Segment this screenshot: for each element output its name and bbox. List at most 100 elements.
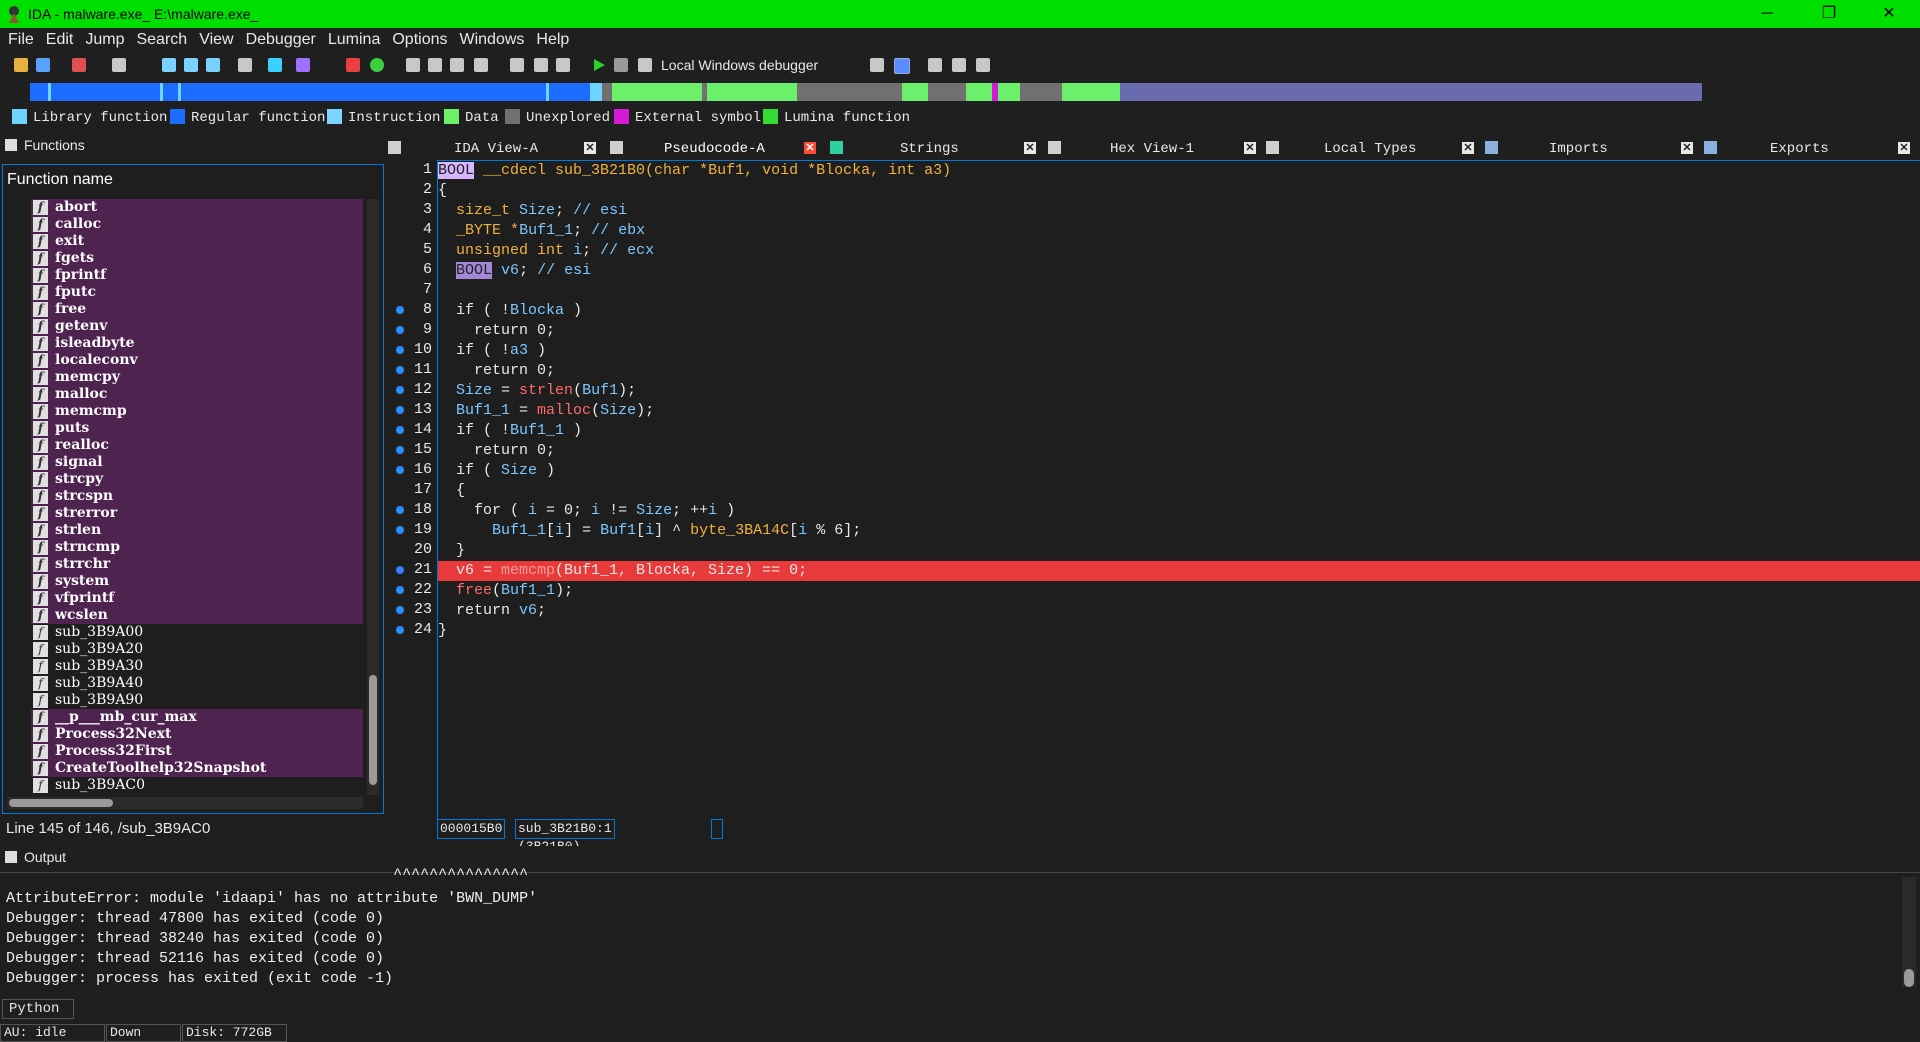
code-line[interactable]: unsigned int i; // ecx [438, 241, 1920, 261]
diamond-icon[interactable] [556, 58, 570, 72]
function-item[interactable]: f system [31, 573, 363, 590]
output-scrollbar[interactable] [1902, 877, 1916, 987]
code-line[interactable]: size_t Size; // esi [438, 201, 1920, 221]
open-folder-icon[interactable] [14, 58, 28, 72]
function-item[interactable]: f strlen [31, 522, 363, 539]
code-line[interactable]: _BYTE *Buf1_1; // ebx [438, 221, 1920, 241]
function-item[interactable]: f free [31, 301, 363, 318]
code-line[interactable]: Buf1_1[i] = Buf1[i] ^ byte_3BA14C[i % 6]… [438, 521, 1920, 541]
scroll-thumb[interactable] [369, 675, 377, 785]
function-item[interactable]: f fprintf [31, 267, 363, 284]
maximize-button[interactable]: ❐ [1806, 2, 1852, 26]
function-item[interactable]: f calloc [31, 216, 363, 233]
close-tab-icon[interactable]: ✕ [584, 142, 596, 154]
tab-hex-view-1[interactable]: Hex View-1 ✕ [1048, 138, 1256, 160]
code-line[interactable]: if ( !Buf1_1 ) [438, 421, 1920, 441]
code-line[interactable]: if ( !a3 ) [438, 341, 1920, 361]
tab-ida-view-a[interactable]: IDA View-A ✕ [388, 138, 598, 160]
close-tab-icon[interactable]: ✕ [804, 142, 816, 154]
struct-icon[interactable] [450, 58, 464, 72]
function-item[interactable]: f strerror [31, 505, 363, 522]
output-window[interactable]: ^^^^^^^^^^^^^^^ AttributeError: module '… [0, 866, 1920, 991]
code-line[interactable]: for ( i = 0; i != Size; ++i ) [438, 501, 1920, 521]
xref-icon[interactable] [206, 58, 220, 72]
function-item[interactable]: f strncmp [31, 539, 363, 556]
function-item[interactable]: f sub_3B9A00 [31, 624, 363, 641]
function-item[interactable]: f sub_3B9A90 [31, 692, 363, 709]
function-item[interactable]: f strrchr [31, 556, 363, 573]
save-icon[interactable] [36, 58, 50, 72]
menu-jump[interactable]: Jump [79, 28, 130, 52]
scroll-thumb[interactable] [1904, 969, 1914, 987]
code-line[interactable]: BOOL v6; // esi [438, 261, 1920, 281]
tab-exports[interactable]: Exports ✕ [1704, 138, 1912, 160]
function-item[interactable]: f CreateToolhelp32Snapshot [31, 760, 363, 777]
data-icon[interactable] [428, 58, 442, 72]
navigation-band[interactable] [0, 80, 1920, 104]
function-item[interactable]: f signal [31, 454, 363, 471]
function-item[interactable]: f sub_3B9A40 [31, 675, 363, 692]
code-line[interactable]: return 0; [438, 441, 1920, 461]
hide-icon[interactable] [534, 58, 548, 72]
array-icon[interactable] [474, 58, 488, 72]
function-item[interactable]: f realloc [31, 437, 363, 454]
code-line[interactable]: if ( Size ) [438, 461, 1920, 481]
code-gutter[interactable]: 1 2 3 4 5 6 7 8 9 10 11 12 13 14 15 16 17 18 19 20 21 22 23 24 [388, 160, 436, 640]
function-item[interactable]: f memcmp [31, 403, 363, 420]
close-tab-icon[interactable]: ✕ [1898, 142, 1910, 154]
menu-search[interactable]: Search [130, 28, 193, 52]
menu-file[interactable]: File [2, 28, 40, 52]
function-item[interactable]: f exit [31, 233, 363, 250]
code-line[interactable]: Buf1_1 = malloc(Size); [438, 401, 1920, 421]
function-item[interactable]: f puts [31, 420, 363, 437]
function-item[interactable]: f malloc [31, 386, 363, 403]
list-icon[interactable] [928, 58, 942, 72]
forward-icon[interactable] [112, 58, 126, 72]
menu-windows[interactable]: Windows [453, 28, 530, 52]
tree-icon[interactable] [952, 58, 966, 72]
function-item[interactable]: f sub_3B9A30 [31, 658, 363, 675]
close-tab-icon[interactable]: ✕ [1244, 142, 1256, 154]
function-item[interactable]: f memcpy [31, 369, 363, 386]
function-item[interactable]: f localeconv [31, 352, 363, 369]
code-line[interactable] [438, 281, 1920, 301]
function-item[interactable]: f strcspn [31, 488, 363, 505]
graph-icon[interactable] [162, 58, 176, 72]
breakpoint-icon[interactable] [870, 58, 884, 72]
func-icon[interactable] [510, 58, 524, 72]
function-item[interactable]: f vfprintf [31, 590, 363, 607]
function-item[interactable]: f __p___mb_cur_max [31, 709, 363, 726]
function-item[interactable]: f Process32Next [31, 726, 363, 743]
code-line[interactable]: } [438, 621, 1920, 641]
menu-lumina[interactable]: Lumina [322, 28, 386, 52]
code-line-highlighted[interactable]: v6 = memcmp(Buf1_1, Blocka, Size) == 0; [438, 561, 1920, 581]
code-line[interactable]: { [438, 181, 1920, 201]
tab-pseudocode-a[interactable]: Pseudocode-A ✕ [610, 138, 818, 160]
close-button[interactable]: ✕ [1866, 2, 1912, 26]
function-item[interactable]: f sub_3B9AC0 [31, 777, 363, 794]
code-line[interactable]: } [438, 541, 1920, 561]
tab-imports[interactable]: Imports ✕ [1485, 138, 1693, 160]
close-tab-icon[interactable]: ✕ [1462, 142, 1474, 154]
code-line[interactable]: Size = strlen(Buf1); [438, 381, 1920, 401]
menu-debugger[interactable]: Debugger [240, 28, 322, 52]
function-item[interactable]: f Process32First [31, 743, 363, 760]
close-tab-icon[interactable]: ✕ [1024, 142, 1036, 154]
minimize-button[interactable]: ─ [1744, 2, 1790, 26]
scroll-thumb[interactable] [9, 799, 113, 807]
search-icon[interactable] [238, 58, 252, 72]
function-item[interactable]: f strcpy [31, 471, 363, 488]
stop-icon[interactable] [638, 58, 652, 72]
functions-horizontal-scrollbar[interactable] [7, 797, 363, 809]
back-icon[interactable] [72, 58, 86, 72]
column-header-function-name[interactable]: Function name [3, 165, 367, 195]
debugger-selector[interactable]: Local Windows debugger [661, 57, 818, 73]
function-item[interactable]: f fgets [31, 250, 363, 267]
menu-help[interactable]: Help [530, 28, 575, 52]
code-line[interactable]: { [438, 481, 1920, 501]
text-icon[interactable] [296, 58, 310, 72]
code-line[interactable]: return 0; [438, 361, 1920, 381]
functions-vertical-scrollbar[interactable] [367, 199, 379, 795]
play-icon[interactable] [592, 58, 606, 72]
code-line[interactable]: return v6; [438, 601, 1920, 621]
